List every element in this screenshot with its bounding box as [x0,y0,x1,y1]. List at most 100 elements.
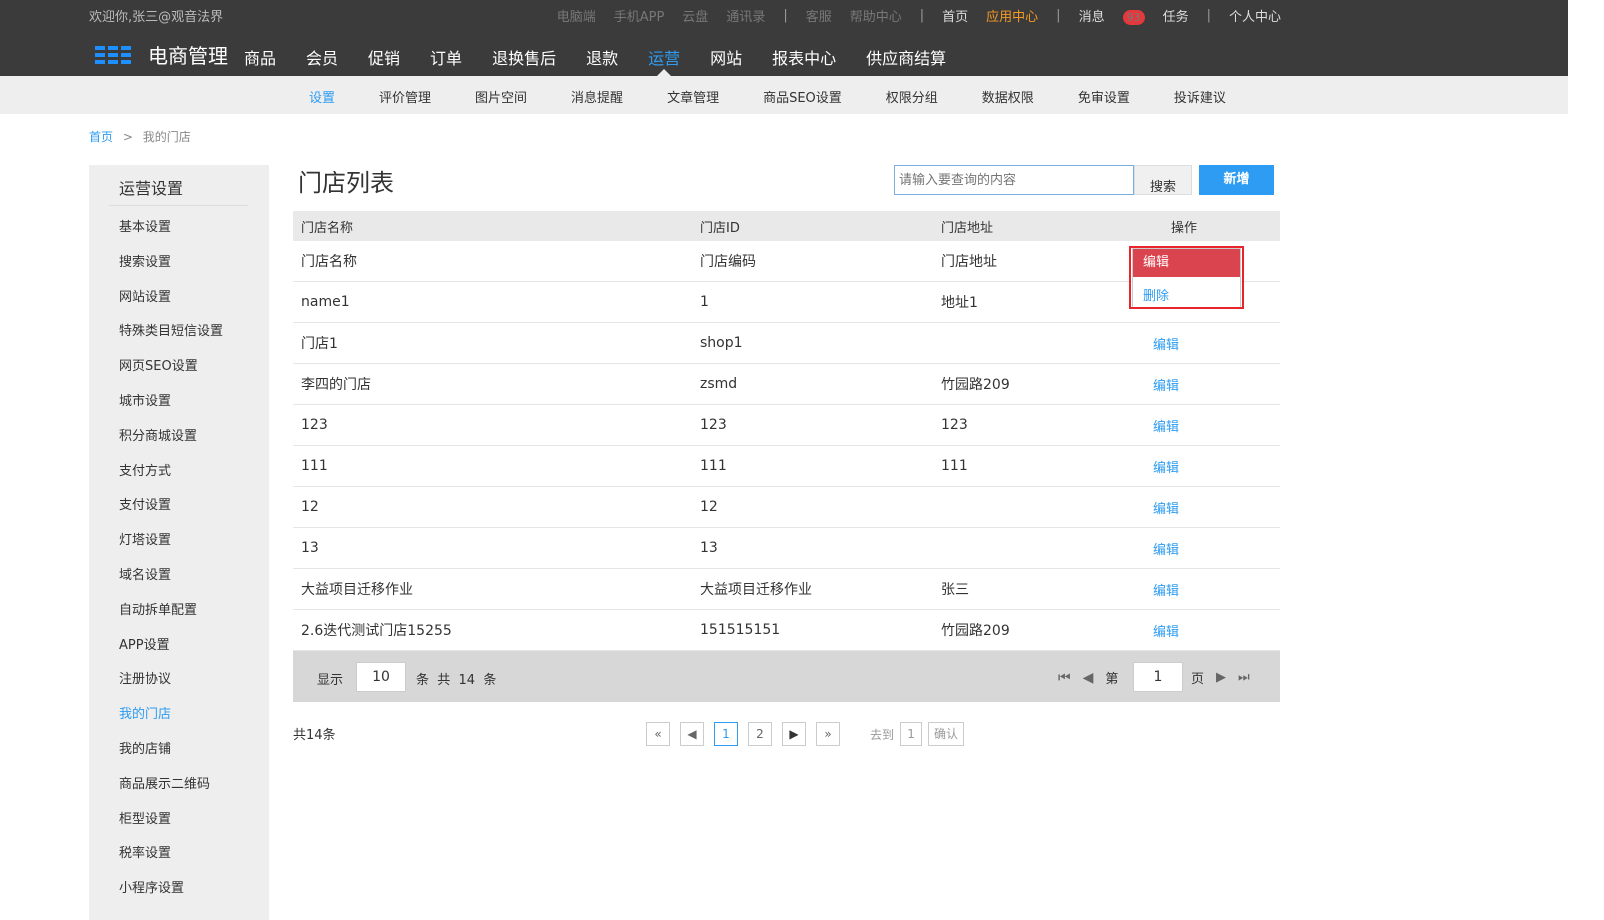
sub-nav: 设置 评价管理 图片空间 消息提醒 文章管理 商品SEO设置 权限分组 数据权限… [0,76,1568,114]
page-size-input[interactable]: 10 [356,662,406,692]
main-nav-item[interactable]: 供应商结算 [866,45,946,76]
sidebar-item[interactable]: 网页SEO设置 [119,355,223,390]
main-nav-item[interactable]: 退款 [586,45,618,76]
page-size-label: 显示 [317,673,344,688]
link-home[interactable]: 首页 [942,6,968,25]
sidebar-item[interactable]: 特殊类目短信设置 [119,320,223,355]
main-nav-item[interactable]: 会员 [306,45,338,76]
goto-page-input[interactable]: 1 [900,722,923,746]
sidebar-item[interactable]: 域名设置 [119,564,223,599]
sub-nav-item[interactable]: 文章管理 [667,87,719,106]
edit-link[interactable]: 编辑 [1153,364,1179,404]
main-nav-item[interactable]: 退换售后 [492,45,556,76]
next-page-button[interactable]: ▶ [782,722,806,746]
main-nav-item[interactable]: 报表中心 [772,45,836,76]
next-page-icon[interactable]: ▶ [1216,670,1226,685]
edit-link[interactable]: 编辑 [1153,487,1179,527]
top-links: 电脑端 手机APP 云盘 通讯录 | 客服 帮助中心 | 首页 应用中心 | 消… [539,6,1281,25]
last-page-icon[interactable]: ⏭ [1238,670,1250,685]
edit-link[interactable]: 编辑 [1153,323,1179,363]
link-messages[interactable]: 消息 93 [1079,6,1145,25]
sidebar-item[interactable]: 商品展示二维码 [119,773,223,808]
page-number-button[interactable]: 1 [714,722,738,746]
edit-link[interactable]: 编辑 [1153,446,1179,486]
sub-nav-item[interactable]: 投诉建议 [1174,87,1226,106]
edit-link[interactable]: 编辑 [1153,528,1179,568]
link-mobile-app[interactable]: 手机APP [614,6,665,25]
link-app-center[interactable]: 应用中心 [986,6,1038,25]
sidebar-item[interactable]: 网站设置 [119,286,223,321]
link-tasks[interactable]: 任务 [1163,6,1189,25]
edit-link[interactable]: 编辑 [1153,610,1179,650]
column-header: 操作 [1171,220,1198,236]
link-contacts[interactable]: 通讯录 [726,6,765,25]
main-nav-item[interactable]: 网站 [710,45,742,76]
first-page-icon[interactable]: ⏮ [1058,670,1071,686]
sidebar-item[interactable]: 搜索设置 [119,251,223,286]
sub-nav-items: 设置 评价管理 图片空间 消息提醒 文章管理 商品SEO设置 权限分组 数据权限… [309,87,1270,106]
table-row: 123 123 123 编辑 [293,405,1280,446]
current-page-input[interactable]: 1 [1133,662,1183,692]
goto-confirm-button[interactable]: 确认 [928,722,965,746]
messages-label: 消息 [1078,10,1105,25]
sidebar-item[interactable]: 积分商城设置 [119,425,223,460]
link-personal-center[interactable]: 个人中心 [1229,6,1281,25]
first-page-button[interactable]: « [646,722,670,746]
cell-store-id: 151515151 [700,622,781,638]
total-count: 共14条 [293,728,336,743]
breadcrumb-home[interactable]: 首页 [89,130,113,144]
prev-page-button[interactable]: ◀ [680,722,704,746]
sidebar-item[interactable]: 我的店铺 [119,738,223,773]
sub-nav-item[interactable]: 评价管理 [379,87,431,106]
main-nav-item[interactable]: 促销 [368,45,400,76]
sidebar-item[interactable]: 柜型设置 [119,808,223,843]
cell-store-address: 地址1 [941,295,978,311]
page-label: 页 [1191,672,1205,687]
sidebar-item[interactable]: 基本设置 [119,216,223,251]
sidebar-item[interactable]: 小程序设置 [119,877,223,912]
nth-label: 第 [1105,672,1119,687]
edit-link-label: 编辑 [1153,583,1180,599]
sub-nav-item[interactable]: 数据权限 [982,87,1034,106]
cell-store-name: 大益项目迁移作业 [301,582,413,598]
link-cloud[interactable]: 云盘 [682,6,708,25]
sidebar-item[interactable]: APP设置 [119,634,223,669]
prev-page-icon[interactable]: ◀ [1083,670,1094,686]
sidebar-item[interactable]: 税率设置 [119,842,223,877]
link-service[interactable]: 客服 [806,6,832,25]
page-number-button[interactable]: 2 [748,722,772,746]
sidebar-item-active[interactable]: 我的门店 [119,703,223,738]
last-page-button[interactable]: » [816,722,840,746]
sub-nav-item[interactable]: 免审设置 [1078,87,1130,106]
sidebar-divider [109,205,248,206]
sidebar-item[interactable]: 自动拆单配置 [119,599,223,634]
search-input[interactable] [894,165,1134,195]
add-button[interactable]: 新增 [1199,165,1274,195]
sidebar-item[interactable]: 支付方式 [119,460,223,495]
main-nav-item[interactable]: 商品 [244,45,276,76]
cell-store-name: 门店1 [301,336,338,352]
sub-nav-item-active[interactable]: 设置 [309,87,335,106]
sub-nav-item[interactable]: 消息提醒 [571,87,623,106]
main-nav-item[interactable]: 订单 [430,45,462,76]
divider: | [783,8,788,23]
breadcrumb-separator: > [122,130,133,144]
main-nav-item-active[interactable]: 运营 [648,45,680,76]
sub-nav-item[interactable]: 权限分组 [886,87,938,106]
table-row: 李四的门店 zsmd 竹园路209 编辑 [293,364,1280,405]
cell-store-id: 大益项目迁移作业 [700,582,812,598]
sidebar-item[interactable]: 城市设置 [119,390,223,425]
logo[interactable]: 电商管理 [95,40,228,69]
pager-nav-left: ⏮ ◀ 第 [1058,668,1130,688]
highlight-annotation-box [1129,246,1244,309]
edit-link[interactable]: 编辑 [1153,405,1179,445]
sidebar-item[interactable]: 灯塔设置 [119,529,223,564]
edit-link[interactable]: 编辑 [1153,569,1179,609]
link-help[interactable]: 帮助中心 [850,6,902,25]
sidebar-item[interactable]: 支付设置 [119,494,223,529]
link-pc[interactable]: 电脑端 [557,6,596,25]
sub-nav-item[interactable]: 商品SEO设置 [763,87,842,106]
sub-nav-item[interactable]: 图片空间 [475,87,527,106]
sidebar-item[interactable]: 注册协议 [119,668,223,703]
search-button[interactable]: 搜索 [1134,165,1192,195]
